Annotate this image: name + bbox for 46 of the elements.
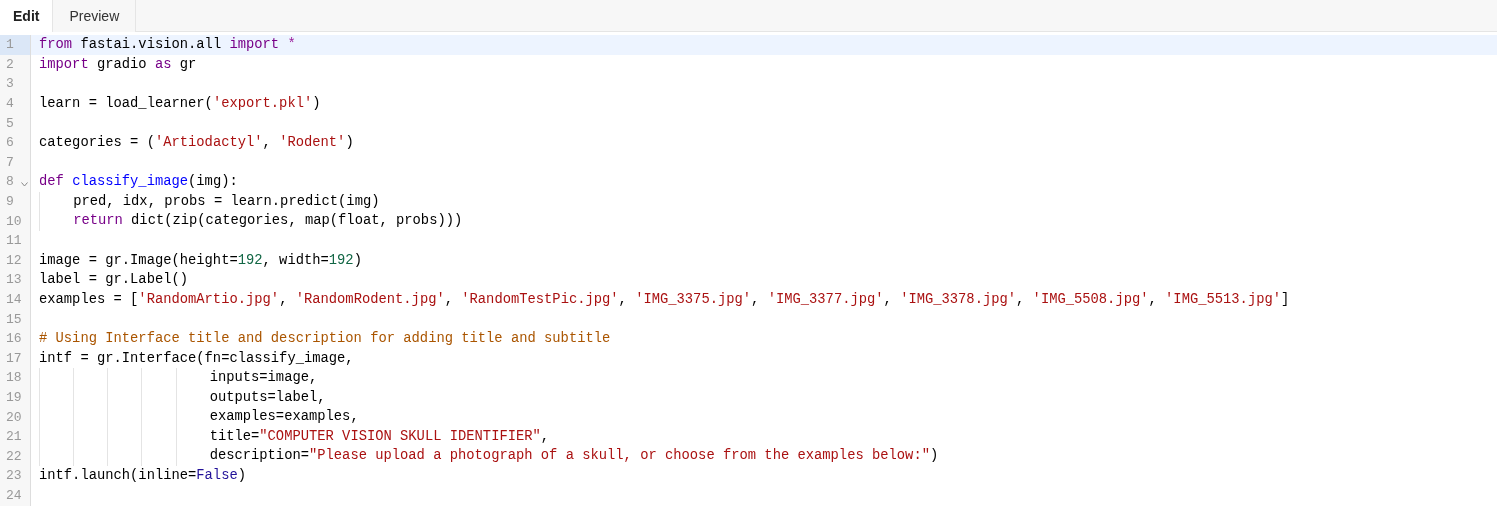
line-number: 12 bbox=[6, 253, 22, 267]
line-number: 18 bbox=[6, 371, 22, 385]
code-line: examples = ['RandomArtio.jpg', 'RandomRodent.jpg', 'RandomTestPic.jpg', 'IMG_3375.jpg', 'IMG_3377.jpg', 'IMG_3378.jpg', 'IMG_5508.jpg', 'IMG_5513.jpg'] bbox=[39, 290, 1290, 309]
line-number: 19 bbox=[6, 391, 22, 404]
code-line: outputs=label, bbox=[39, 387, 326, 408]
line-number: 21 bbox=[6, 430, 22, 444]
line-number: 15 bbox=[6, 312, 22, 326]
code-line: from fastai.vision.all import * bbox=[39, 36, 296, 54]
code-line: pred, idx, probs = learn.predict(img) bbox=[39, 191, 380, 212]
code-line: intf.launch(inline=False) bbox=[39, 467, 246, 486]
line-number: 20 bbox=[6, 410, 22, 424]
code-line: title="COMPUTER VISION SKULL IDENTIFIER", bbox=[39, 426, 550, 447]
line-number: 17 bbox=[6, 351, 22, 365]
line-number: 14 bbox=[6, 293, 22, 306]
code-line: inputs=image, bbox=[39, 368, 318, 388]
line-number: 13 bbox=[6, 273, 22, 287]
line-number: 16 bbox=[6, 332, 22, 346]
line-number: 1 bbox=[6, 38, 14, 52]
code-line: learn = load_learner('export.pkl') bbox=[39, 94, 321, 113]
line-number: 23 bbox=[6, 469, 22, 483]
line-number: 7 bbox=[6, 155, 14, 169]
code-line: return dict(zip(categories, map(float, probs))) bbox=[39, 211, 463, 231]
code-editor[interactable] bbox=[0, 32, 1497, 506]
line-number: 5 bbox=[6, 116, 14, 130]
line-number: 2 bbox=[6, 57, 14, 71]
code-line: image = gr.Image(height=192, width=192) bbox=[39, 251, 362, 270]
line-number: 11 bbox=[6, 234, 22, 248]
code-line: # Using Interface title and description for adding title and subtitle bbox=[39, 329, 611, 348]
code-line: categories = ('Artiodactyl', 'Rodent') bbox=[39, 133, 354, 152]
code-line: description="Please upload a photograph of a skull, or choose from the examples below:") bbox=[39, 446, 939, 467]
code-line: label = gr.Label() bbox=[39, 271, 189, 290]
line-number: 24 bbox=[6, 488, 22, 502]
line-number: 9 bbox=[6, 195, 14, 209]
line-number: 10 bbox=[6, 214, 22, 228]
code-line: def classify_image(img): bbox=[39, 173, 238, 192]
fold-caret-icon[interactable] bbox=[21, 182, 28, 188]
tab[interactable]: Preview bbox=[53, 0, 137, 32]
line-number: 8 bbox=[6, 175, 14, 189]
tab[interactable]: Edit bbox=[0, 0, 54, 33]
line-number: 22 bbox=[6, 449, 22, 463]
code-line: examples=examples, bbox=[39, 407, 359, 427]
line-number: 3 bbox=[6, 77, 14, 91]
line-number: 6 bbox=[6, 136, 14, 150]
code-line: import gradio as gr bbox=[39, 55, 197, 74]
code-line: intf = gr.Interface(fn=classify_image, bbox=[39, 349, 354, 368]
line-number: 4 bbox=[6, 97, 14, 111]
